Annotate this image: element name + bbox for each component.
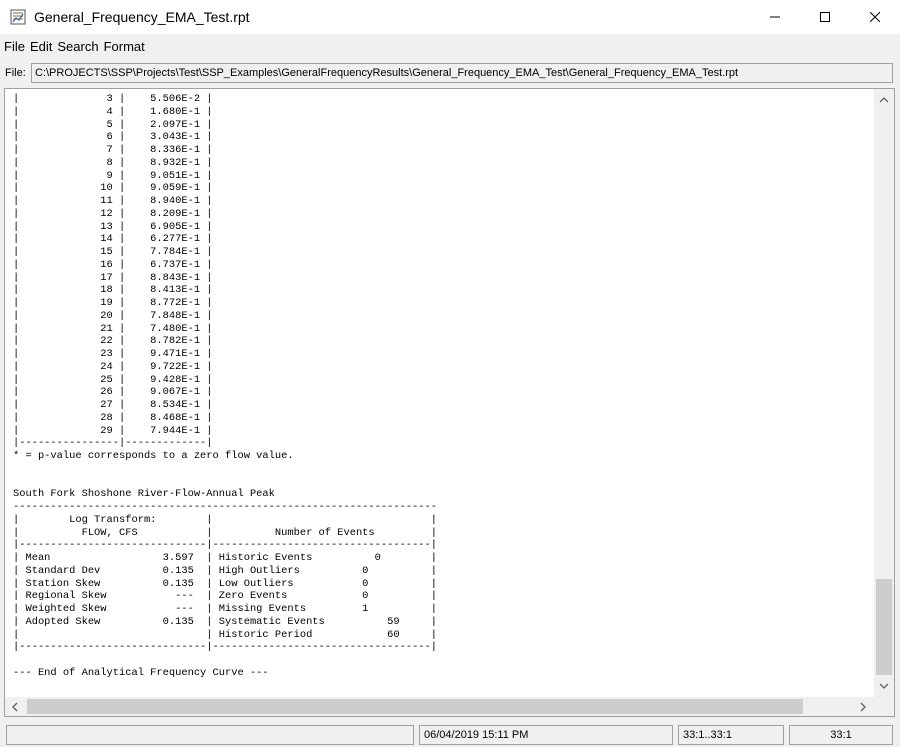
scroll-left-button[interactable] [5, 697, 25, 716]
report-line: | 3 | 5.506E-2 | [13, 93, 213, 105]
close-icon [870, 12, 880, 22]
report-line: | Station Skew 0.135 | Low Outliers 0 | [13, 577, 438, 590]
title-bar: General_Frequency_EMA_Test.rpt [0, 0, 900, 34]
file-bar: File: C:\PROJECTS\SSP\Projects\Test\SSP_… [0, 62, 900, 84]
maximize-icon [820, 12, 830, 22]
report-line [13, 463, 865, 476]
scroll-down-button[interactable] [874, 677, 894, 695]
menu-search[interactable]: Search [57, 39, 98, 54]
report-line: | Log Transform: | | [13, 513, 438, 526]
report-line: | 29 | 7.944E-1 | [13, 424, 213, 437]
report-line: |------------------------------|--------… [13, 539, 438, 552]
report-line: | 19 | 8.772E-1 | [13, 297, 213, 309]
minimize-button[interactable] [750, 0, 800, 34]
status-timestamp: 06/04/2019 15:11 PM [419, 725, 673, 745]
status-position: 33:1 [789, 725, 893, 745]
scrollbar-corner [874, 697, 894, 716]
report-line: | 26 | 9.067E-1 | [13, 386, 213, 399]
report-line: | Standard Dev 0.135 | High Outliers 0 | [13, 564, 438, 577]
report-text[interactable]: | 3 | 5.506E-2 | | 4 | 1.680E-1 | | 5 | 2.… [13, 93, 865, 693]
scroll-up-button[interactable] [874, 91, 894, 109]
report-line: | 24 | 9.722E-1 | [13, 360, 213, 373]
report-line: | 23 | 9.471E-1 | [13, 348, 213, 360]
horizontal-scroll-thumb[interactable] [27, 699, 803, 714]
chevron-right-icon [860, 702, 866, 711]
report-line: | 27 | 8.534E-1 | [13, 399, 213, 411]
report-line: South Fork Shoshone River-Flow-Annual Pe… [13, 488, 275, 501]
file-path-field[interactable]: C:\PROJECTS\SSP\Projects\Test\SSP_Exampl… [31, 63, 893, 83]
report-line: | 10 | 9.059E-1 | [13, 182, 213, 195]
report-line: | FLOW, CFS | Number of Events | [13, 526, 438, 539]
report-line: | 4 | 1.680E-1 | [13, 105, 213, 118]
report-line: | 6 | 3.043E-1 | [13, 131, 213, 144]
chevron-down-icon [879, 683, 889, 689]
report-line: | 13 | 6.905E-1 | [13, 220, 213, 233]
report-line: | Adopted Skew 0.135 | Systematic Events… [13, 615, 438, 628]
report-line: | 16 | 6.737E-1 | [13, 258, 213, 271]
status-bar: 06/04/2019 15:11 PM 33:1..33:1 33:1 [0, 722, 900, 747]
report-line [13, 476, 865, 489]
report-line: | 12 | 8.209E-1 | [13, 207, 213, 220]
maximize-button[interactable] [800, 0, 850, 34]
report-line: | 17 | 8.843E-1 | [13, 271, 213, 284]
report-line: | 22 | 8.782E-1 | [13, 335, 213, 348]
report-line: |----------------|-------------| [13, 437, 213, 450]
vertical-scroll-thumb[interactable] [876, 579, 892, 675]
report-line: | Mean 3.597 | Historic Events 0 | [13, 552, 438, 564]
report-line: | Weighted Skew --- | Missing Events 1 | [13, 603, 438, 615]
menu-format[interactable]: Format [104, 39, 145, 54]
report-icon [10, 9, 26, 25]
report-line: | 14 | 6.277E-1 | [13, 233, 213, 246]
menu-bar: File Edit Search Format [0, 36, 900, 56]
report-line: | 20 | 7.848E-1 | [13, 309, 213, 322]
report-line: | Regional Skew --- | Zero Events 0 | [13, 590, 438, 603]
menu-file[interactable]: File [4, 39, 25, 54]
report-line: ----------------------------------------… [13, 501, 438, 513]
report-line: | 8 | 8.932E-1 | [13, 156, 213, 169]
report-line: * = p-value corresponds to a zero flow v… [13, 450, 294, 462]
report-line: --- End of Analytical Frequency Curve --… [13, 666, 269, 679]
report-line: | | Historic Period 60 | [13, 628, 438, 641]
status-message [6, 725, 414, 745]
file-label: File: [5, 67, 26, 79]
report-line: | 5 | 2.097E-1 | [13, 118, 213, 131]
report-line: | 7 | 8.336E-1 | [13, 144, 213, 156]
report-line: | 11 | 8.940E-1 | [13, 195, 213, 207]
close-button[interactable] [850, 0, 900, 34]
menu-edit[interactable]: Edit [30, 39, 52, 54]
minimize-icon [770, 16, 780, 18]
report-line: | 25 | 9.428E-1 | [13, 373, 213, 386]
window-title: General_Frequency_EMA_Test.rpt [34, 9, 250, 25]
report-line: |------------------------------|--------… [13, 641, 438, 654]
status-selection: 33:1..33:1 [678, 725, 784, 745]
report-line: | 15 | 7.784E-1 | [13, 246, 213, 258]
report-line: | 21 | 7.480E-1 | [13, 322, 213, 335]
chevron-left-icon [12, 702, 18, 711]
chevron-up-icon [879, 97, 889, 103]
report-line: | 18 | 8.413E-1 | [13, 284, 213, 297]
report-line: | 9 | 9.051E-1 | [13, 169, 213, 182]
report-line: | 28 | 8.468E-1 | [13, 411, 213, 424]
horizontal-scrollbar[interactable] [5, 697, 875, 716]
report-line [13, 654, 865, 667]
vertical-scrollbar[interactable] [874, 89, 894, 699]
report-viewer[interactable]: | 3 | 5.506E-2 | | 4 | 1.680E-1 | | 5 | 2.… [4, 88, 895, 717]
scroll-right-button[interactable] [853, 697, 873, 716]
